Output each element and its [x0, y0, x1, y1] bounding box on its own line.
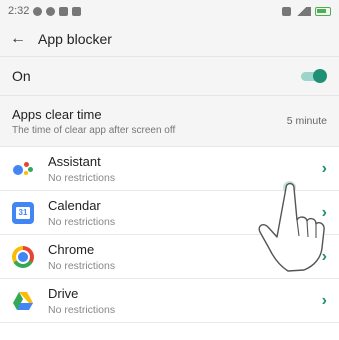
app-status: No restrictions: [48, 171, 116, 184]
back-arrow-icon[interactable]: ←: [10, 30, 38, 48]
chevron-right-icon: ›: [321, 291, 327, 309]
app-status: No restrictions: [48, 259, 116, 272]
assistant-icon: [12, 158, 34, 180]
chevron-right-icon: ›: [321, 159, 327, 177]
app-status: No restrictions: [48, 303, 116, 316]
clear-time-value: 5 minute: [286, 115, 327, 127]
calendar-icon: 31: [12, 201, 34, 224]
app-row-chrome[interactable]: Chrome No restrictions ›: [0, 235, 339, 279]
app-status: No restrictions: [48, 215, 116, 228]
app-bar: ← App blocker: [0, 22, 339, 57]
app-row-calendar[interactable]: 31 Calendar No restrictions ›: [0, 191, 339, 235]
drive-icon: [12, 290, 34, 312]
status-time: 2:32: [8, 5, 30, 17]
on-toggle-row[interactable]: On: [0, 57, 339, 96]
clear-time-subtitle: The time of clear app after screen off: [12, 124, 176, 136]
signal-icon: [295, 6, 311, 16]
chevron-right-icon: ›: [321, 203, 327, 221]
settings-notification-icon: [33, 6, 43, 16]
on-label: On: [12, 68, 31, 84]
screenshot-notification-icon: [59, 6, 69, 16]
vibrate-icon: [282, 6, 291, 16]
app-name: Assistant: [48, 153, 101, 169]
status-bar: 2:32: [0, 0, 339, 22]
app-blocker-toggle[interactable]: [299, 69, 327, 83]
page-title: App blocker: [38, 31, 112, 47]
gear-notification-icon: [46, 6, 56, 16]
clear-time-title: Apps clear time: [12, 106, 102, 122]
app-name: Chrome: [48, 241, 95, 257]
app-name: Calendar: [48, 197, 101, 213]
app-name: Drive: [48, 285, 79, 301]
toggle-thumb: [313, 69, 327, 83]
battery-icon: [315, 6, 331, 16]
chevron-right-icon: ›: [321, 247, 327, 265]
chrome-icon: [12, 245, 34, 268]
apps-clear-time-row[interactable]: Apps clear time The time of clear app af…: [0, 96, 339, 147]
app-row-drive[interactable]: Drive No restrictions ›: [0, 279, 339, 323]
tap-indicator: [286, 184, 293, 191]
sd-card-notification-icon: [72, 6, 82, 16]
